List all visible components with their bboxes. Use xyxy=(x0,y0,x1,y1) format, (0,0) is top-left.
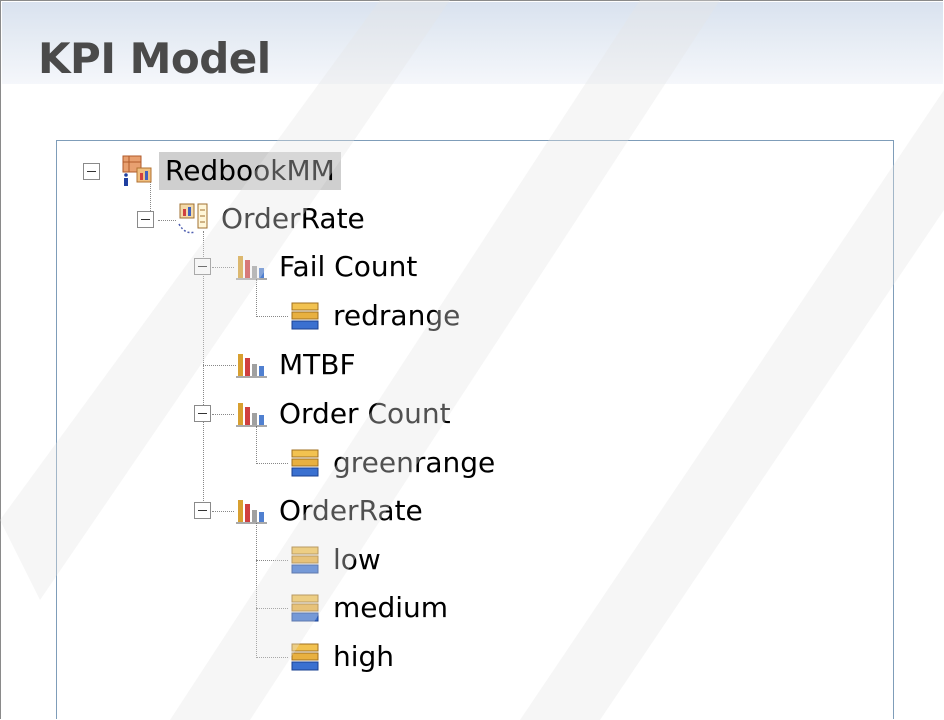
tree-node-kpi[interactable]: Order Count xyxy=(235,392,457,436)
collapse-toggle[interactable] xyxy=(137,211,154,228)
tree-node-label: redrange xyxy=(333,299,461,332)
tree-node-label: high xyxy=(333,640,395,673)
tree-node-label: MTBF xyxy=(279,348,356,381)
tree-node-label: Fail Count xyxy=(279,250,418,283)
kpi-model-panel: KPI Model RedbookMM OrderRate Fail Count… xyxy=(0,0,943,719)
range-icon xyxy=(291,302,319,330)
tree-node-range[interactable]: low xyxy=(289,538,387,582)
tree-node-label: OrderRate xyxy=(221,202,365,235)
tree-node-root[interactable]: RedbookMM xyxy=(121,149,341,193)
tree-node-label: medium xyxy=(333,591,449,624)
tree-connector xyxy=(256,657,288,658)
kpi-tree[interactable]: RedbookMM OrderRate Fail Count redrange … xyxy=(56,140,894,719)
collapse-toggle[interactable] xyxy=(194,502,211,519)
page-title: KPI Model xyxy=(38,34,271,83)
tree-node-label: low xyxy=(333,543,381,576)
tree-node-kpi[interactable]: OrderRate xyxy=(235,489,429,533)
range-icon xyxy=(291,643,319,671)
tree-connector xyxy=(212,267,234,268)
kpi-context-icon xyxy=(178,203,208,234)
kpi-icon xyxy=(236,256,267,280)
tree-connector xyxy=(212,511,234,512)
kpi-icon xyxy=(236,403,267,427)
range-icon xyxy=(291,546,319,574)
tree-node-label: greenrange xyxy=(333,446,496,479)
tree-connector xyxy=(256,523,257,658)
tree-node-label: OrderRate xyxy=(279,494,423,527)
range-icon xyxy=(291,594,319,622)
tree-node-label: Order Count xyxy=(279,397,451,430)
tree-connector xyxy=(256,608,288,609)
model-icon xyxy=(122,155,152,186)
range-icon xyxy=(291,449,319,477)
tree-connector xyxy=(158,220,176,221)
kpi-icon xyxy=(236,500,267,524)
tree-node-label: RedbookMM xyxy=(159,152,341,190)
tree-node-range[interactable]: greenrange xyxy=(289,441,501,485)
panel-header: KPI Model xyxy=(2,2,943,84)
tree-node-kpi[interactable]: MTBF xyxy=(235,343,362,387)
kpi-icon xyxy=(236,354,267,378)
tree-node-range[interactable]: high xyxy=(289,635,400,679)
tree-node-range[interactable]: redrange xyxy=(289,294,466,338)
collapse-toggle[interactable] xyxy=(194,258,211,275)
tree-connector xyxy=(203,365,236,366)
tree-connector xyxy=(212,414,234,415)
tree-connector xyxy=(256,463,288,464)
collapse-toggle[interactable] xyxy=(194,405,211,422)
tree-connector xyxy=(256,560,288,561)
tree-node-range[interactable]: medium xyxy=(289,586,454,630)
tree-connector xyxy=(256,316,288,317)
tree-node-kpi[interactable]: Fail Count xyxy=(235,245,423,289)
tree-node-context[interactable]: OrderRate xyxy=(177,197,371,241)
collapse-toggle[interactable] xyxy=(83,163,100,180)
